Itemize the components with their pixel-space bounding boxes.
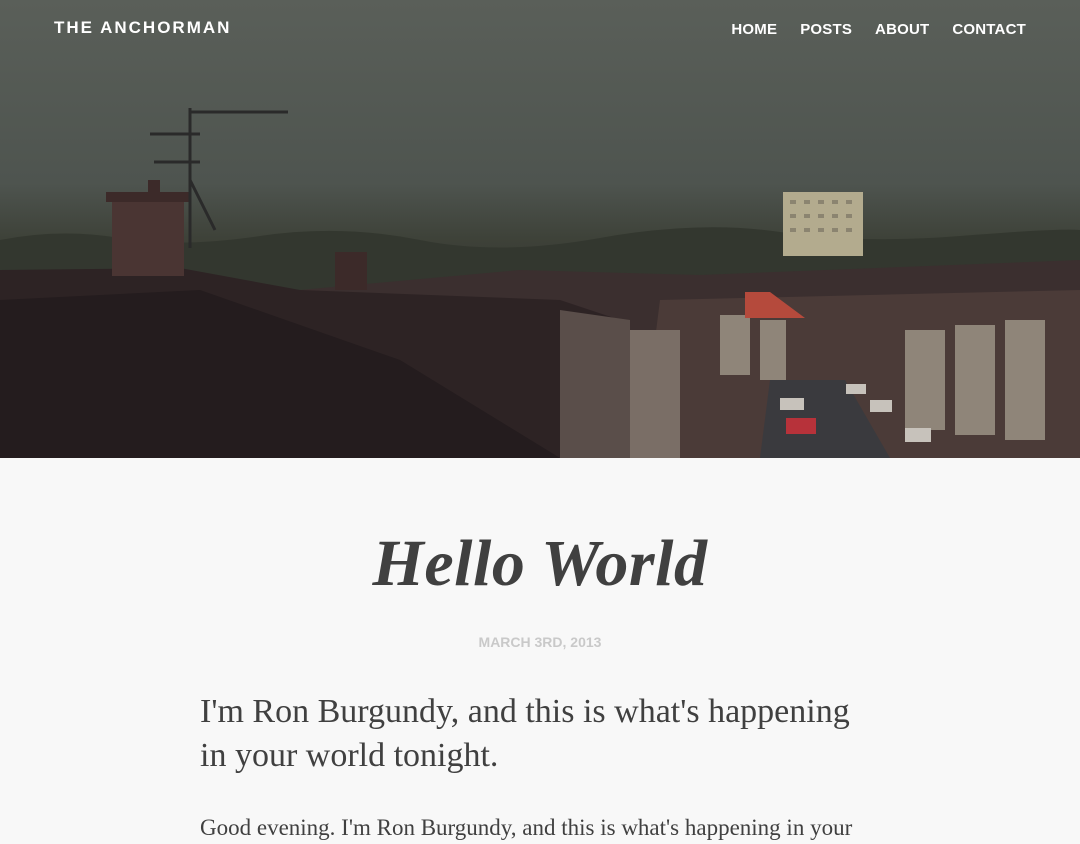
hero-header: THE ANCHORMAN HOME POSTS ABOUT CONTACT: [0, 0, 1080, 458]
post-body-paragraph: Good evening. I'm Ron Burgundy, and this…: [200, 815, 853, 840]
nav-item-home[interactable]: HOME: [731, 21, 777, 38]
site-brand-link[interactable]: THE ANCHORMAN: [54, 18, 231, 38]
post-date: MARCH 3RD, 2013: [478, 634, 602, 650]
post-subtitle: I'm Ron Burgundy, and this is what's hap…: [200, 693, 850, 774]
nav-item-posts[interactable]: POSTS: [800, 21, 852, 38]
post-title: Hello World: [372, 527, 708, 600]
hero-rooftop-image: [0, 108, 1080, 458]
main-nav: HOME POSTS ABOUT CONTACT: [731, 21, 1026, 38]
nav-item-about[interactable]: ABOUT: [875, 21, 929, 38]
nav-item-contact[interactable]: CONTACT: [952, 21, 1026, 38]
